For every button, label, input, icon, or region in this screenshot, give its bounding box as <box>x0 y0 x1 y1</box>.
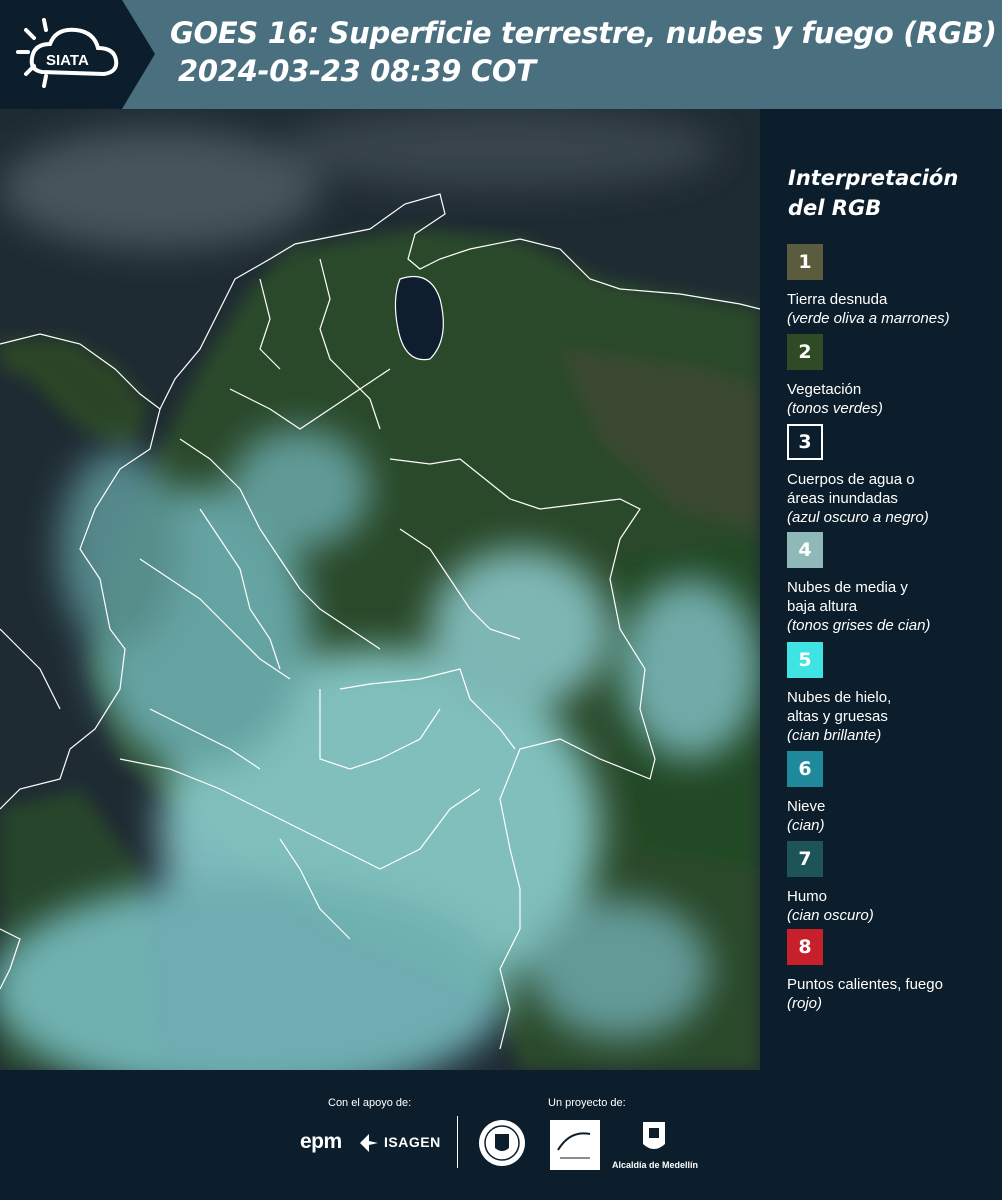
legend-label: Tierra desnuda <box>787 291 888 308</box>
legend-desc: (cian brillante) <box>787 727 882 744</box>
area-metropolitana-logo[interactable] <box>550 1120 600 1170</box>
legend-swatch: 4 <box>787 532 823 568</box>
svg-text:SIATA: SIATA <box>46 52 89 69</box>
isagen-logo[interactable]: ISAGEN <box>384 1134 441 1150</box>
epm-logo[interactable]: epm <box>300 1130 342 1154</box>
legend-label: Nubes de hielo, altas y gruesas <box>787 689 892 725</box>
alcaldia-label: Alcaldía de Medellín <box>612 1160 699 1170</box>
support-caption: Con el apoyo de: <box>328 1097 412 1109</box>
header: SIATA GOES 16: Superficie terrestre, nub… <box>0 0 1002 109</box>
legend-label: Humo <box>787 888 828 905</box>
satellite-image <box>0 109 760 1070</box>
legend-item-fire: 8 Puntos calientes, fuego (rojo) <box>787 929 997 1013</box>
page-title: GOES 16: Superficie terrestre, nubes y f… <box>170 14 997 90</box>
legend-panel: Interpretación del RGB 1 Tierra desnuda … <box>760 109 1002 1070</box>
legend-title-line-2: del RGB <box>788 196 882 220</box>
project-caption: Un proyecto de: <box>548 1097 626 1109</box>
siata-logo[interactable]: SIATA <box>14 14 126 94</box>
footer: Con el apoyo de: Un proyecto de: epm ISA… <box>0 1070 1002 1200</box>
footer-divider <box>457 1116 458 1168</box>
legend-label: Vegetación <box>787 381 862 398</box>
legend-item-smoke: 7 Humo (cian oscuro) <box>787 841 997 925</box>
university-seal-icon[interactable] <box>477 1118 527 1168</box>
legend-swatch: 6 <box>787 751 823 787</box>
alcaldia-shield-icon[interactable] <box>640 1118 668 1158</box>
legend-label: Nubes de media y baja altura <box>787 579 908 615</box>
legend-desc: (azul oscuro a negro) <box>787 509 929 526</box>
legend-swatch: 2 <box>787 334 823 370</box>
legend-item-bare-soil: 1 Tierra desnuda (verde oliva a marrones… <box>787 244 997 328</box>
legend-swatch: 7 <box>787 841 823 877</box>
legend-desc: (verde oliva a marrones) <box>787 310 950 327</box>
legend-swatch: 8 <box>787 929 823 965</box>
legend-item-water: 3 Cuerpos de agua o áreas inundadas (azu… <box>787 424 997 527</box>
legend-desc: (cian) <box>787 817 825 834</box>
legend-item-snow: 6 Nieve (cian) <box>787 751 997 835</box>
legend-swatch: 5 <box>787 642 823 678</box>
legend-label: Cuerpos de agua o áreas inundadas <box>787 471 915 507</box>
legend-desc: (tonos verdes) <box>787 400 883 417</box>
legend-title-line-1: Interpretación <box>788 166 959 190</box>
title-line-1: GOES 16: Superficie terrestre, nubes y f… <box>170 16 997 50</box>
legend-swatch: 3 <box>787 424 823 460</box>
legend-label: Nieve <box>787 798 826 815</box>
legend-item-mid-low-clouds: 4 Nubes de media y baja altura (tonos gr… <box>787 532 997 635</box>
legend-desc: (tonos grises de cian) <box>787 617 931 634</box>
satellite-map[interactable] <box>0 109 760 1070</box>
legend-item-ice-clouds: 5 Nubes de hielo, altas y gruesas (cian … <box>787 642 997 745</box>
legend-title: Interpretación del RGB <box>788 163 958 223</box>
legend-swatch: 1 <box>787 244 823 280</box>
legend-desc: (cian oscuro) <box>787 907 874 924</box>
isagen-icon <box>360 1134 378 1152</box>
legend-item-vegetation: 2 Vegetación (tonos verdes) <box>787 334 997 418</box>
title-line-2: 2024-03-23 08:39 COT <box>178 54 536 88</box>
legend-desc: (rojo) <box>787 995 823 1012</box>
legend-label: Puntos calientes, fuego <box>787 976 943 993</box>
